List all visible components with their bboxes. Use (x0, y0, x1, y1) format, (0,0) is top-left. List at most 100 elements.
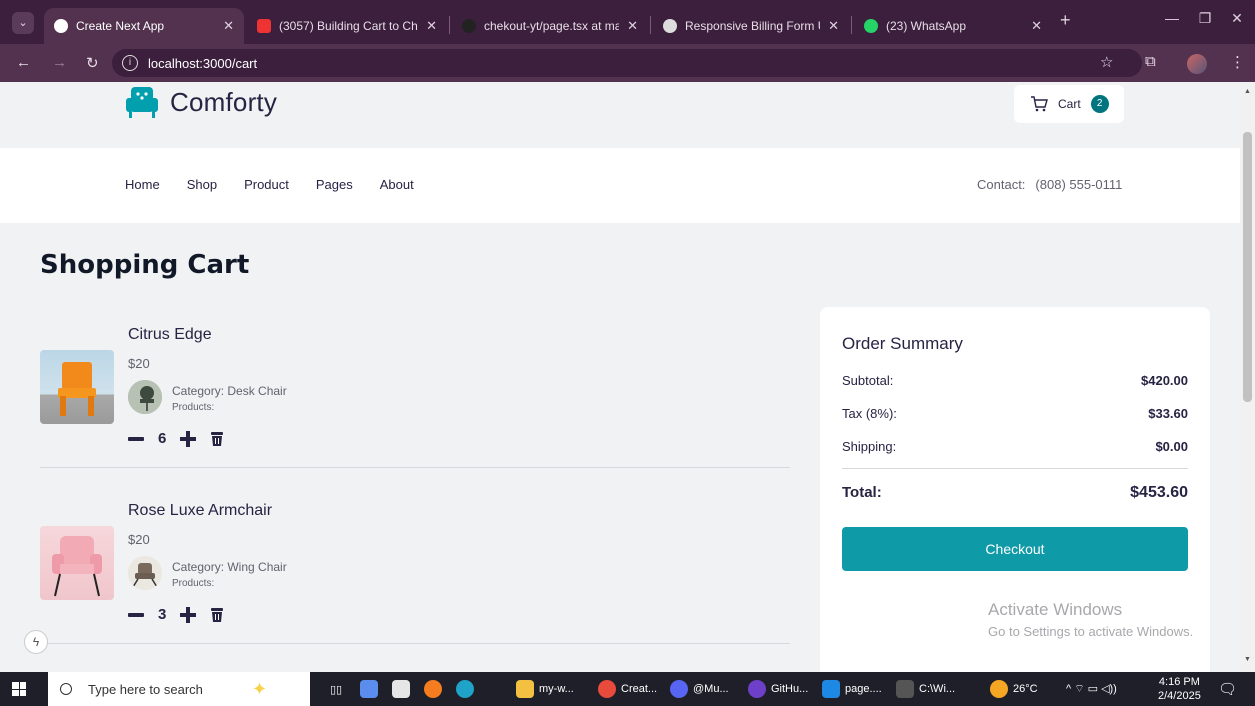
quantity-value: 3 (158, 606, 167, 623)
taskbar-app-label: Creat... (621, 683, 658, 695)
taskbar-terminal[interactable]: C:\Wi... (896, 672, 955, 706)
trash-icon[interactable] (210, 607, 224, 623)
tab-close-icon[interactable]: ✕ (1031, 18, 1042, 34)
tab-close-icon[interactable]: ✕ (426, 18, 437, 34)
tab-title: (3057) Building Cart to Checko (279, 19, 418, 33)
contact-phone[interactable]: (808) 555-0111 (1035, 177, 1122, 192)
trash-icon[interactable] (210, 431, 224, 447)
site-info-icon[interactable]: i (122, 55, 138, 71)
cart-icon (1031, 96, 1048, 112)
quantity-stepper: 3 (128, 606, 224, 623)
nav-link-about[interactable]: About (380, 177, 414, 192)
scrollbar-thumb[interactable] (1243, 132, 1252, 402)
nextjs-dev-indicator-icon[interactable]: ϟ (24, 630, 48, 654)
tab-divider (449, 16, 450, 34)
tab-whatsapp[interactable]: (23) WhatsApp ✕ (854, 8, 1052, 44)
taskbar-app-label: C:\Wi... (919, 683, 956, 695)
tab-divider (650, 16, 651, 34)
profile-avatar[interactable] (1187, 54, 1207, 74)
subtotal-row: Subtotal: $420.00 (842, 373, 1188, 388)
plus-icon[interactable] (180, 430, 197, 447)
weather-text: 26°C (1013, 683, 1038, 695)
copilot-sparkle-icon[interactable]: ✦ (252, 672, 267, 706)
product-image[interactable] (40, 526, 114, 600)
products-label: Products: (172, 402, 215, 413)
taskbar-weather[interactable]: 26°C (990, 672, 1038, 706)
bookmark-star-icon[interactable]: ☆ (1100, 53, 1113, 71)
forward-arrow-icon[interactable]: → (52, 54, 67, 71)
address-bar[interactable]: i localhost:3000/cart (112, 49, 1142, 77)
tab-github[interactable]: chekout-yt/page.tsx at main ✕ (452, 8, 648, 44)
taskbar-search-box[interactable]: Type here to search (48, 672, 310, 706)
nav-link-pages[interactable]: Pages (316, 177, 353, 192)
back-arrow-icon[interactable]: ← (16, 54, 31, 71)
restore-button[interactable]: ❐ (1190, 10, 1220, 27)
browser-tab-strip: ⌄ Create Next App ✕ (3057) Building Cart… (0, 0, 1255, 44)
taskbar-vscode[interactable]: page.... (822, 672, 882, 706)
close-window-button[interactable]: ✕ (1222, 10, 1252, 27)
tab-close-icon[interactable]: ✕ (223, 18, 234, 34)
shipping-label: Shipping: (842, 439, 897, 454)
edge-icon[interactable] (456, 672, 479, 706)
taskbar-github[interactable]: GitHu... (748, 672, 808, 706)
minus-icon[interactable] (128, 612, 144, 617)
product-price: $20 (128, 356, 150, 371)
new-tab-button[interactable]: + (1060, 10, 1071, 31)
tab-create-next-app[interactable]: Create Next App ✕ (44, 8, 244, 44)
scroll-down-arrow-icon[interactable]: ▼ (1244, 656, 1251, 663)
activate-windows-title: Activate Windows (988, 600, 1123, 619)
calendar-app-icon[interactable] (392, 672, 415, 706)
nav-link-home[interactable]: Home (125, 177, 160, 192)
cart-button[interactable]: Cart 2 (1014, 85, 1124, 123)
total-value: $453.60 (1130, 484, 1188, 501)
brand-name: Comforty (170, 86, 278, 117)
minus-icon[interactable] (128, 436, 144, 441)
windows-start-icon[interactable] (12, 682, 26, 696)
plus-icon[interactable] (180, 606, 197, 623)
product-category: Category: Desk Chair (172, 384, 287, 398)
tab-close-icon[interactable]: ✕ (627, 18, 638, 34)
taskbar-discord[interactable]: @Mu... (670, 672, 729, 706)
taskbar-clock[interactable]: 4:16 PM 2/4/2025 (1158, 675, 1201, 703)
taskbar-app-label: GitHu... (771, 683, 809, 695)
taskbar-chrome[interactable]: Creat... (598, 672, 657, 706)
clock-time: 4:16 PM (1158, 676, 1200, 688)
tax-row: Tax (8%): $33.60 (842, 406, 1188, 421)
nav-link-product[interactable]: Product (244, 177, 289, 192)
product-name[interactable]: Citrus Edge (128, 326, 212, 344)
tab-youtube[interactable]: (3057) Building Cart to Checko ✕ (247, 8, 447, 44)
checkout-button[interactable]: Checkout (842, 527, 1188, 571)
extensions-puzzle-icon[interactable]: ⧉ (1145, 53, 1156, 70)
clock-date: 2/4/2025 (1158, 690, 1201, 702)
top-header: Comforty Cart 2 (0, 82, 1240, 148)
brand-logo[interactable]: Comforty (124, 84, 277, 120)
tab-title: Create Next App (76, 19, 165, 33)
youtube-favicon-icon (257, 19, 271, 33)
product-price: $20 (128, 532, 150, 547)
orange-chair-image (58, 362, 96, 416)
page-scrollbar[interactable]: ▲ ▼ (1240, 82, 1255, 672)
nav-link-shop[interactable]: Shop (187, 177, 217, 192)
url-text: localhost:3000/cart (148, 55, 258, 71)
scroll-up-arrow-icon[interactable]: ▲ (1244, 88, 1251, 95)
search-placeholder: Type here to search (88, 681, 203, 697)
chrome-menu-icon[interactable]: ⋮ (1230, 53, 1245, 71)
notification-center-icon[interactable]: 🗨 (1218, 672, 1237, 706)
taskbar-app-icon[interactable] (360, 672, 383, 706)
system-tray[interactable]: ^ ⌔ ▭ ◁)) (1066, 672, 1117, 706)
product-name[interactable]: Rose Luxe Armchair (128, 502, 272, 520)
task-view-icon[interactable]: ▯▯ (330, 672, 342, 706)
tab-search-chevron-icon[interactable]: ⌄ (12, 12, 34, 34)
tab-billing-form[interactable]: Responsive Billing Form UI ✕ (653, 8, 849, 44)
firefox-icon[interactable] (424, 672, 447, 706)
activate-windows-subtitle: Go to Settings to activate Windows. (988, 624, 1194, 639)
minimize-button[interactable]: — (1157, 10, 1187, 26)
tab-close-icon[interactable]: ✕ (828, 18, 839, 34)
reload-icon[interactable]: ↻ (86, 54, 99, 72)
taskbar-file-explorer[interactable]: my-w... (516, 672, 574, 706)
cart-item: Citrus Edge $20 Category: Desk Chair Pro… (40, 312, 790, 468)
subtotal-value: $420.00 (1141, 373, 1188, 388)
order-summary-title: Order Summary (842, 334, 963, 353)
product-image[interactable] (40, 350, 114, 424)
shipping-value: $0.00 (1155, 439, 1188, 454)
